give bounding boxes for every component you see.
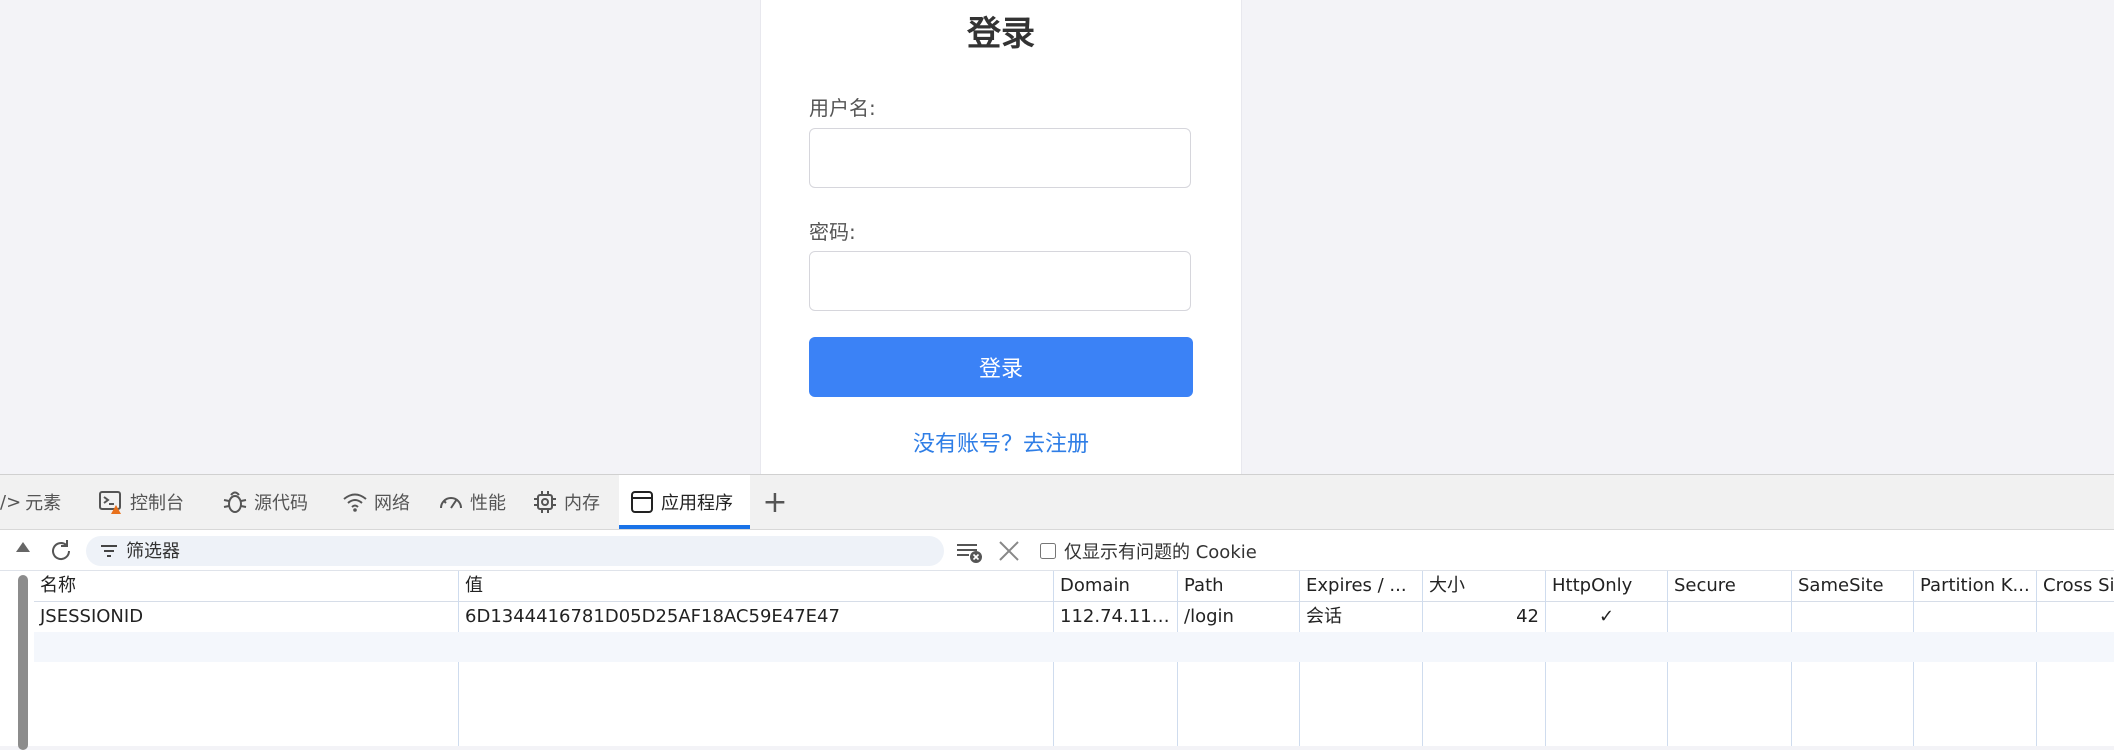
col-header-secure[interactable]: Secure — [1668, 571, 1792, 601]
tab-performance[interactable]: 性能 — [438, 475, 528, 529]
login-title: 登录 — [967, 14, 1035, 54]
col-header-domain[interactable]: Domain — [1054, 571, 1178, 601]
col-header-path[interactable]: Path — [1178, 571, 1300, 601]
username-label: 用户名: — [809, 96, 876, 120]
wifi-icon — [342, 489, 368, 515]
tab-network[interactable]: 网络 — [342, 475, 432, 529]
cell-secure — [1668, 602, 1792, 632]
username-input[interactable] — [809, 128, 1191, 188]
only-issues-option: 仅显示有问题的 Cookie — [1038, 538, 1257, 564]
cell-size: 42 — [1423, 602, 1546, 632]
tab-memory[interactable]: 内存 — [532, 475, 618, 529]
scroll-up-arrow-icon[interactable] — [16, 542, 30, 552]
col-header-expires[interactable]: Expires / ... — [1300, 571, 1423, 601]
col-header-httponly[interactable]: HttpOnly — [1546, 571, 1668, 601]
login-card: 登录 用户名: 密码: 登录 没有账号？去注册 — [760, 0, 1242, 474]
cell-value: 6D1344416781D05D25AF18AC59E47E47 — [459, 602, 1054, 632]
code-brackets-icon: /> — [0, 491, 22, 513]
scrollbar-thumb[interactable] — [18, 575, 28, 750]
console-icon — [98, 489, 124, 515]
add-tab-button[interactable]: + — [760, 475, 790, 529]
clear-all-cookies-icon[interactable] — [955, 540, 983, 568]
register-link[interactable]: 没有账号？去注册 — [761, 426, 1241, 458]
cell-path: /login — [1178, 602, 1300, 632]
col-header-size[interactable]: 大小 — [1423, 571, 1546, 601]
tab-label: 控制台 — [130, 493, 184, 514]
devtools-panel: /> 元素 控制台 源代码 网络 性能 内存 应用程序 + 筛选器 仅显示有问题… — [0, 474, 2114, 750]
col-header-value[interactable]: 值 — [459, 571, 1054, 601]
chip-icon — [532, 489, 558, 515]
cell-samesite — [1792, 602, 1914, 632]
cell-httponly: ✓ — [1546, 602, 1668, 632]
table-scrollbar[interactable] — [14, 571, 32, 750]
cell-name: JSESSIONID — [34, 602, 459, 632]
col-header-name[interactable]: 名称 — [34, 571, 459, 601]
login-button[interactable]: 登录 — [809, 337, 1193, 397]
cell-partition-key — [1914, 602, 2037, 632]
tab-label: 内存 — [564, 493, 600, 514]
filter-icon — [100, 543, 118, 559]
col-header-samesite[interactable]: SameSite — [1792, 571, 1914, 601]
cell-expires: 会话 — [1300, 602, 1423, 632]
cell-cross-site — [2037, 602, 2114, 632]
cookie-table: 名称 值 Domain Path Expires / ... 大小 HttpOn… — [34, 571, 2114, 746]
devtools-tab-bar: /> 元素 控制台 源代码 网络 性能 内存 应用程序 + — [0, 475, 2114, 530]
filter-input[interactable] — [124, 539, 888, 563]
cell-domain: 112.74.112.... — [1054, 602, 1178, 632]
bug-icon — [222, 489, 248, 515]
col-header-cross-site[interactable]: Cross Si — [2037, 571, 2114, 601]
refresh-icon[interactable] — [48, 538, 74, 568]
tab-console[interactable]: 控制台 — [98, 475, 208, 529]
tab-elements[interactable]: /> 元素 — [0, 475, 80, 529]
password-input[interactable] — [809, 251, 1191, 311]
gauge-icon — [438, 489, 464, 515]
only-issues-label: 仅显示有问题的 Cookie — [1064, 542, 1257, 563]
table-row[interactable]: JSESSIONID 6D1344416781D05D25AF18AC59E47… — [34, 602, 2114, 632]
page-viewport: 登录 用户名: 密码: 登录 没有账号？去注册 — [0, 0, 2114, 474]
tab-label: 网络 — [374, 493, 410, 514]
window-icon — [629, 489, 655, 515]
tab-label: 元素 — [25, 493, 62, 514]
delete-selected-icon[interactable] — [998, 540, 1020, 566]
tab-sources[interactable]: 源代码 — [222, 475, 332, 529]
tab-label: 性能 — [470, 493, 506, 514]
col-header-partition-key[interactable]: Partition K... — [1914, 571, 2037, 601]
cookie-toolbar: 仅显示有问题的 Cookie — [0, 530, 2114, 571]
tab-application[interactable]: 应用程序 — [619, 475, 750, 529]
tab-label: 源代码 — [254, 493, 308, 514]
tab-label: 应用程序 — [661, 493, 733, 514]
password-label: 密码: — [809, 220, 856, 244]
filter-box — [86, 536, 944, 566]
table-row-empty — [34, 632, 2114, 662]
table-header-row: 名称 值 Domain Path Expires / ... 大小 HttpOn… — [34, 571, 2114, 602]
only-issues-checkbox[interactable] — [1040, 543, 1056, 559]
